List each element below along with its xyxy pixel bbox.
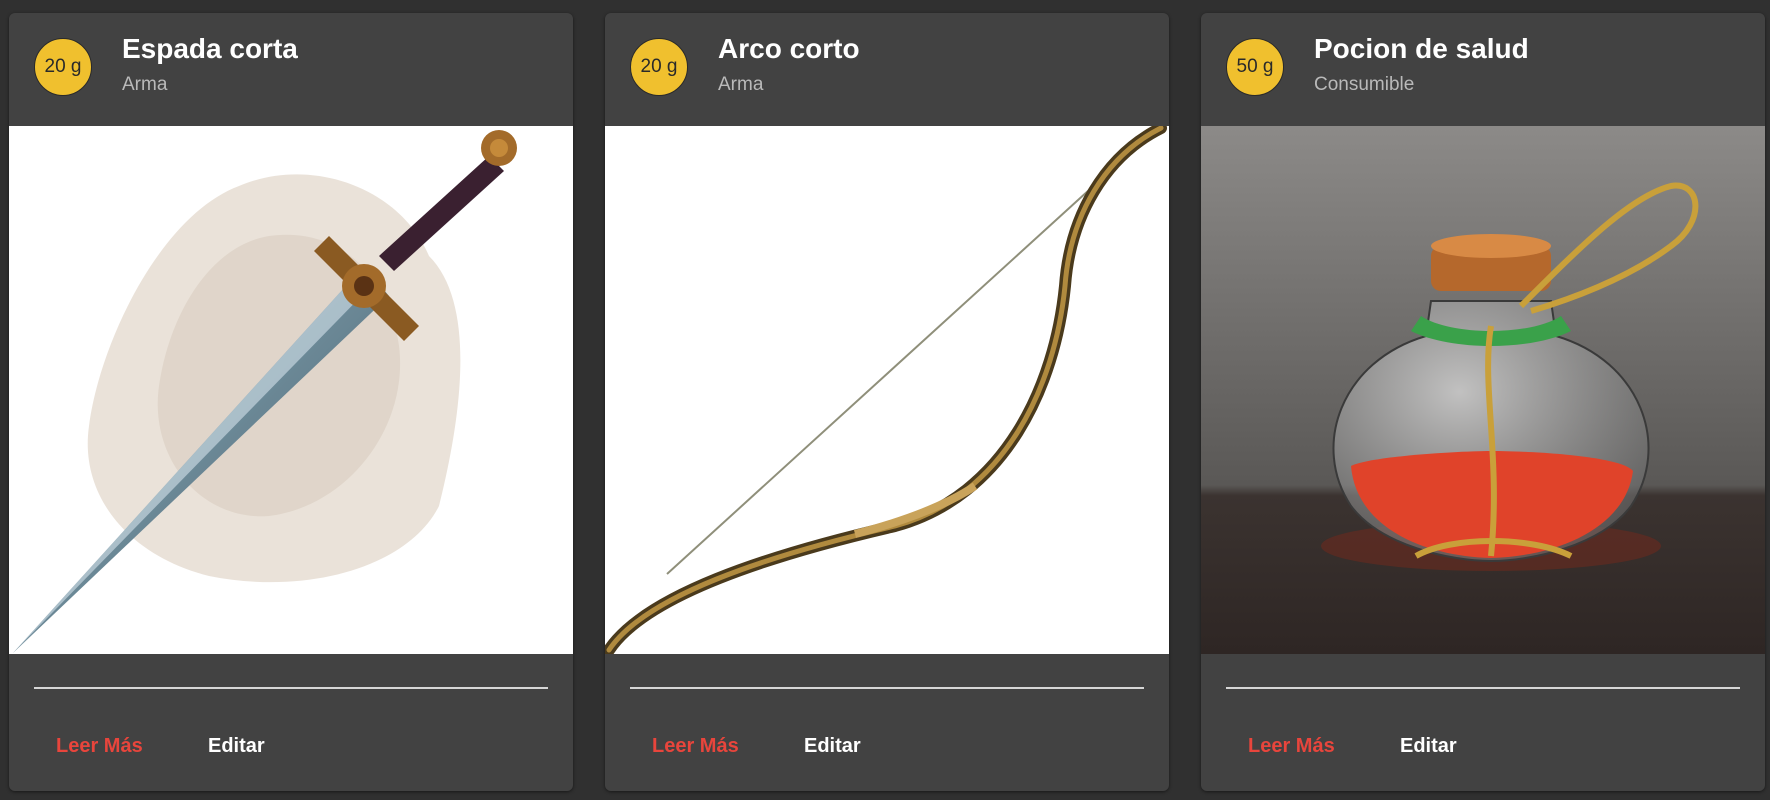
edit-button[interactable]: Editar <box>795 731 870 762</box>
item-card-health-potion: 50 g Pocion de salud Consumible Leer Más… <box>1201 13 1765 791</box>
edit-button[interactable]: Editar <box>199 731 274 762</box>
short-sword-image <box>9 126 573 654</box>
price-badge: 50 g <box>1226 38 1284 96</box>
card-title: Pocion de salud <box>1314 33 1529 64</box>
card-title: Espada corta <box>122 33 298 64</box>
card-category: Consumible <box>1314 74 1415 95</box>
card-divider <box>34 687 548 689</box>
card-divider <box>630 687 1144 689</box>
card-title: Arco corto <box>718 33 860 64</box>
read-more-button[interactable]: Leer Más <box>643 731 748 762</box>
bow-illustration <box>605 126 1169 654</box>
read-more-button[interactable]: Leer Más <box>47 731 152 762</box>
sword-illustration <box>9 126 573 654</box>
potion-illustration <box>1201 126 1765 654</box>
health-potion-image <box>1201 126 1765 654</box>
card-category: Arma <box>718 74 764 95</box>
item-card-short-bow: 20 g Arco corto Arma Leer Más Editar <box>605 13 1169 791</box>
edit-button[interactable]: Editar <box>1391 731 1466 762</box>
card-divider <box>1226 687 1740 689</box>
card-header: 20 g Espada corta Arma <box>9 13 573 126</box>
card-header: 20 g Arco corto Arma <box>605 13 1169 126</box>
item-card-short-sword: 20 g Espada corta Arma Leer Más Editar <box>9 13 573 791</box>
card-header: 50 g Pocion de salud Consumible <box>1201 13 1765 126</box>
price-badge: 20 g <box>34 38 92 96</box>
read-more-button[interactable]: Leer Más <box>1239 731 1344 762</box>
short-bow-image <box>605 126 1169 654</box>
price-badge: 20 g <box>630 38 688 96</box>
card-category: Arma <box>122 74 168 95</box>
